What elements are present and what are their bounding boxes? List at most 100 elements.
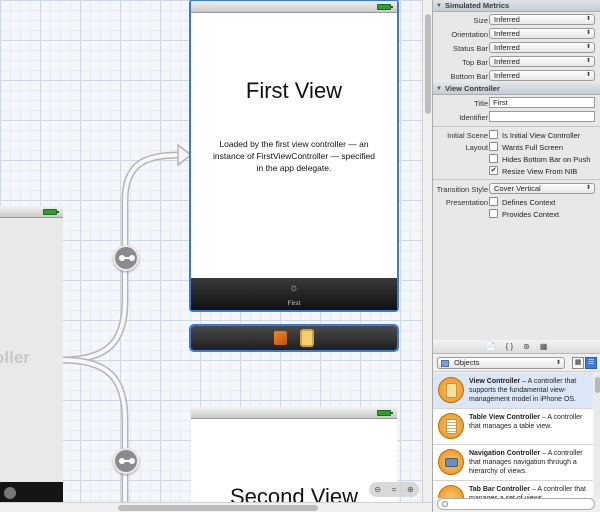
field-label: Bottom Bar [450,72,488,81]
zoom-out-icon[interactable]: ⊖ [374,485,381,494]
list-view-toggle[interactable]: ☰ [585,357,597,369]
library-item-tab-bar-controller[interactable]: Tab Bar Controller – A controller that m… [433,481,593,498]
resize-view-checkbox[interactable]: ✔ [489,166,498,175]
first-responder-icon[interactable] [274,331,287,345]
field-label: Title [474,99,488,108]
scrollbar-thumb[interactable] [425,14,431,114]
checkbox-label: Wants Full Screen [502,143,563,152]
disclosure-triangle-icon[interactable]: ▼ [436,0,442,12]
library-header: Objects ⬍ ▦ ☰ [433,354,600,372]
size-popup[interactable]: Inferred ⬍ [489,14,595,25]
object-library-tab-icon[interactable]: ⊛ [523,342,530,351]
scene-dock[interactable] [189,324,399,352]
search-icon [442,501,448,507]
section-title: View Controller [445,84,500,93]
view-controller-icon [438,377,464,403]
resize-view-row: ✔ Resize View From NIB [433,165,600,177]
identifier-field[interactable] [489,111,595,122]
wants-full-screen-checkbox[interactable] [489,142,498,151]
updown-arrows-icon: ⬍ [585,72,591,78]
bottom-bar-popup[interactable]: Inferred ⬍ [489,70,595,81]
attributes-inspector: ▼ Simulated Metrics Size Inferred ⬍ Orien… [432,0,600,340]
field-label: Identifier [459,113,488,122]
play-icon [4,487,16,499]
section-header-view-controller[interactable]: ▼ View Controller [433,83,600,95]
tab-bar-controller-icon [438,485,464,498]
sun-icon: ☼ [288,282,300,294]
is-initial-checkbox[interactable] [489,130,498,139]
canvas-horizontal-scrollbar[interactable] [0,502,432,512]
provides-context-row: Provides Context [433,208,600,220]
status-bar [0,206,63,218]
metric-row-size: Size Inferred ⬍ [433,13,600,27]
library-search-field[interactable] [437,498,595,510]
canvas-vertical-scrollbar[interactable] [422,0,432,512]
view-controller-icon[interactable] [300,329,314,347]
relationship-segue-node[interactable] [113,245,139,271]
title-row: Title First [433,96,600,110]
objects-icon [441,360,449,367]
updown-arrows-icon: ⬍ [585,30,591,36]
battery-icon [377,410,393,416]
status-bar-popup[interactable]: Inferred ⬍ [489,42,595,53]
hides-bottom-bar-row: Hides Bottom Bar on Push [433,153,600,165]
top-bar-popup[interactable]: Inferred ⬍ [489,56,595,67]
tab-bar-item-label[interactable]: First [191,300,397,307]
storyboard-canvas[interactable]: oller First View Loaded by the first vie… [0,0,422,512]
relationship-segue-node[interactable] [113,448,139,474]
first-view-scene[interactable]: First View Loaded by the first view cont… [189,0,399,312]
zoom-reset-icon[interactable]: = [392,485,397,494]
transition-style-popup[interactable]: Cover Vertical ⬍ [489,183,595,194]
divider [433,179,600,180]
field-label: Size [473,16,488,25]
library-item-view-controller[interactable]: View Controller – A controller that supp… [433,373,593,409]
scrollbar-thumb[interactable] [595,377,600,393]
segue-arrowhead [177,143,193,167]
file-template-tab-icon[interactable]: 📄 [486,342,496,351]
status-bar [191,407,397,419]
disclosure-triangle-icon[interactable]: ▼ [436,83,442,95]
library-item-text: View Controller – A controller that supp… [469,378,577,403]
orientation-popup[interactable]: Inferred ⬍ [489,28,595,39]
library-category-popup[interactable]: Objects ⬍ [437,357,565,369]
field-label: Orientation [451,30,488,39]
library-item-text: Tab Bar Controller – A controller that m… [469,486,586,498]
object-library: 📄 { } ⊛ ▦ Objects ⬍ ▦ ☰ View Controller … [432,340,600,512]
updown-arrows-icon: ⬍ [585,58,591,64]
metric-row-orientation: Orientation Inferred ⬍ [433,27,600,41]
section-header-simulated-metrics[interactable]: ▼ Simulated Metrics [433,0,600,12]
code-snippet-tab-icon[interactable]: { } [506,342,514,351]
grid-view-toggle[interactable]: ▦ [572,357,584,369]
updown-arrows-icon: ⬍ [585,185,591,191]
library-item-table-view-controller[interactable]: Table View Controller – A controller tha… [433,409,593,445]
section-title: Simulated Metrics [445,1,510,10]
checkbox-label: Is Initial View Controller [502,131,581,140]
library-item-text: Table View Controller – A controller tha… [469,414,583,430]
metric-row-top-bar: Top Bar Inferred ⬍ [433,55,600,69]
scrollbar-thumb[interactable] [118,505,318,511]
zoom-control[interactable]: ⊖ = ⊕ [369,482,419,497]
second-view-scene[interactable]: Second View [191,407,397,512]
updown-arrows-icon: ⬍ [585,16,591,22]
scene-ghost-title: oller [0,348,30,367]
zoom-in-icon[interactable]: ⊕ [407,485,414,494]
checkbox-label: Provides Context [502,210,560,219]
tab-bar-controller-scene[interactable]: oller [0,206,63,504]
library-item-text: Navigation Controller – A controller tha… [469,450,583,475]
library-item-navigation-controller[interactable]: Navigation Controller – A controller tha… [433,445,593,481]
library-list: View Controller – A controller that supp… [433,373,593,498]
tab-bar [0,482,63,504]
updown-arrows-icon: ⬍ [555,360,561,366]
media-library-tab-icon[interactable]: ▦ [540,342,548,351]
status-bar [191,1,397,13]
transition-style-row: Transition Style Cover Vertical ⬍ [433,182,600,196]
title-field[interactable]: First [489,97,595,108]
checkbox-label: Resize View From NIB [502,167,578,176]
library-scrollbar[interactable] [594,373,600,498]
tab-bar: ☼ First [191,278,397,310]
battery-icon [43,209,59,215]
provides-context-checkbox[interactable] [489,209,498,218]
battery-icon [377,4,393,10]
hides-bottom-bar-checkbox[interactable] [489,154,498,163]
defines-context-checkbox[interactable] [489,197,498,206]
